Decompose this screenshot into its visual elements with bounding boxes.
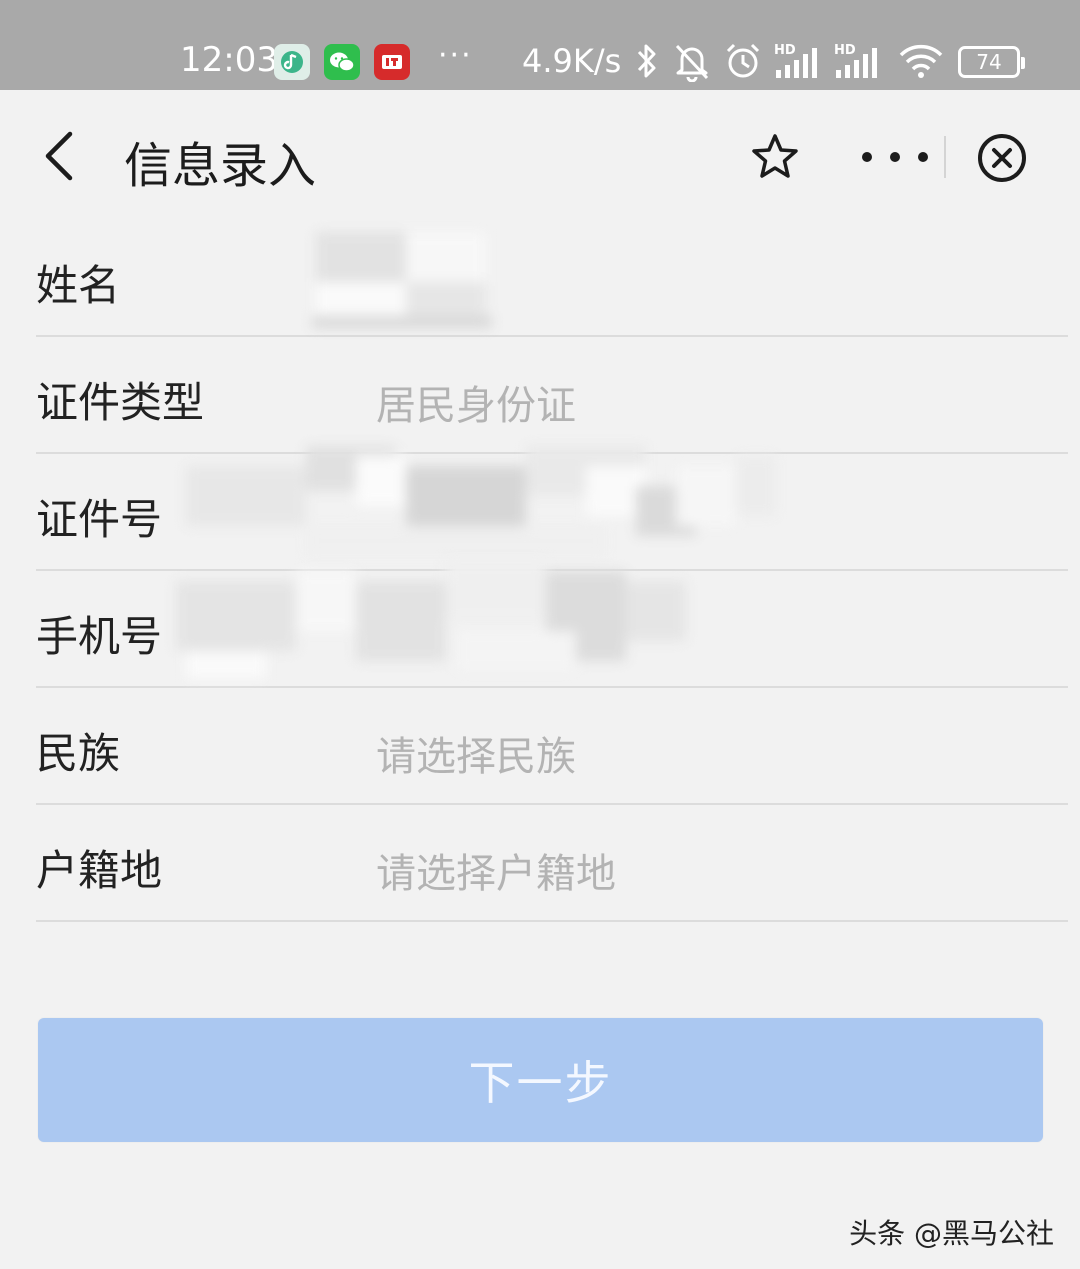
dot: [890, 152, 900, 162]
nav-bar: 信息录入: [0, 90, 1080, 220]
status-time: 12:03: [180, 40, 278, 80]
form-row-phone[interactable]: 手机号: [36, 561, 1068, 688]
ethnicity-label: 民族: [36, 729, 121, 778]
hd-signal-icon: HD: [832, 40, 884, 82]
watermark: 头条 @黑马公社: [849, 1217, 1054, 1250]
status-bar: 12:03 ··· 4.9K/s HD HD 74: [0, 0, 1080, 90]
more-dots-icon[interactable]: [862, 132, 928, 182]
wechat-icon: [324, 44, 360, 80]
form-row-household[interactable]: 户籍地 请选择户籍地: [36, 805, 1068, 922]
dot: [918, 152, 928, 162]
name-label: 姓名: [36, 261, 121, 310]
form-row-id-number[interactable]: 证件号: [36, 446, 1068, 571]
dot: [862, 152, 872, 162]
next-step-button[interactable]: 下一步: [38, 1018, 1043, 1142]
status-more-dots: ···: [438, 38, 473, 73]
redacted-phone: [156, 561, 696, 687]
info-form: 姓名 证件类型 居民身份证 证件号 手机号 民族 请选择民族 户籍地 请选择户籍…: [0, 220, 1080, 922]
close-circle-icon[interactable]: [976, 132, 1028, 184]
news-app-icon: [374, 44, 410, 80]
network-speed: 4.9K/s: [522, 42, 622, 80]
svg-text:HD: HD: [834, 43, 856, 58]
page-title: 信息录入: [124, 138, 317, 194]
redacted-name: [306, 224, 506, 332]
form-row-id-type[interactable]: 证件类型 居民身份证: [36, 337, 1068, 454]
household-label: 户籍地: [36, 846, 163, 895]
back-arrow-icon[interactable]: [38, 130, 82, 182]
id-type-label: 证件类型: [36, 378, 205, 427]
alarm-icon: [722, 40, 764, 82]
id-type-value[interactable]: 居民身份证: [376, 373, 576, 431]
star-icon[interactable]: [750, 132, 800, 182]
redacted-id-number: [186, 446, 776, 566]
phone-label: 手机号: [36, 612, 163, 661]
form-row-name[interactable]: 姓名: [36, 220, 1068, 337]
form-row-ethnicity[interactable]: 民族 请选择民族: [36, 688, 1068, 805]
svg-text:HD: HD: [774, 43, 796, 58]
hd-signal-icon: HD: [772, 40, 824, 82]
music-app-icon: [274, 44, 310, 80]
bluetooth-icon: [634, 40, 660, 82]
bell-off-icon: [672, 40, 712, 82]
household-select[interactable]: 请选择户籍地: [376, 841, 616, 899]
nav-divider: [944, 136, 946, 178]
wifi-icon: [898, 40, 944, 82]
ethnicity-select[interactable]: 请选择民族: [376, 724, 576, 782]
battery-icon: 74: [958, 46, 1025, 78]
id-number-label: 证件号: [36, 495, 163, 544]
